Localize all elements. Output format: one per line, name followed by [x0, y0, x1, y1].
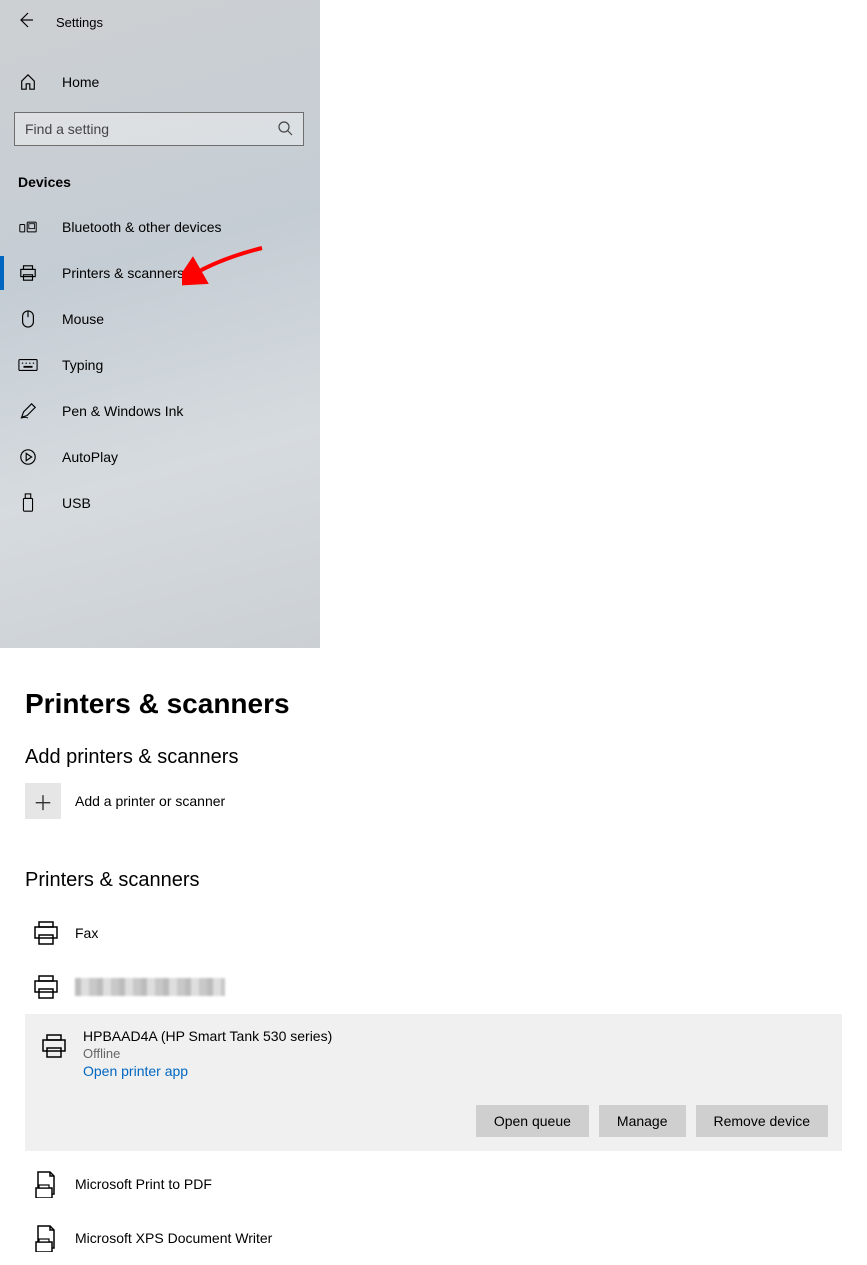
devices-icon [18, 220, 38, 234]
printer-name-redacted [75, 978, 225, 996]
printer-status: Offline [83, 1046, 332, 1061]
printer-item-fax[interactable]: Fax [25, 906, 842, 960]
search-field[interactable] [25, 121, 265, 137]
sidebar-item-usb[interactable]: USB [0, 480, 320, 526]
printer-item-hidden[interactable] [25, 960, 842, 1014]
autoplay-icon [18, 448, 38, 466]
document-printer-icon [31, 1170, 61, 1198]
printer-name: Microsoft XPS Document Writer [75, 1230, 272, 1246]
printer-icon [39, 1028, 69, 1079]
keyboard-icon [18, 358, 38, 372]
page-title: Printers & scanners [25, 688, 842, 720]
add-section-title: Add printers & scanners [25, 746, 842, 769]
remove-device-button[interactable]: Remove device [696, 1105, 829, 1137]
document-printer-icon [31, 1224, 61, 1252]
printer-name: HPBAAD4A (HP Smart Tank 530 series) [83, 1028, 332, 1044]
pen-icon [18, 402, 38, 420]
sidebar-item-mouse[interactable]: Mouse [0, 296, 320, 342]
printer-item-selected[interactable]: HPBAAD4A (HP Smart Tank 530 series) Offl… [25, 1014, 842, 1151]
search-input[interactable] [14, 112, 304, 146]
add-printer-label: Add a printer or scanner [75, 793, 225, 809]
sidebar-item-label: Mouse [62, 311, 104, 327]
sidebar-item-label: AutoPlay [62, 449, 118, 465]
sidebar-item-typing[interactable]: Typing [0, 342, 320, 388]
printer-icon [18, 264, 38, 282]
sidebar-item-pen[interactable]: Pen & Windows Ink [0, 388, 320, 434]
app-title: Settings [56, 15, 103, 30]
category-header: Devices [0, 160, 320, 204]
main-content: Printers & scanners Add printers & scann… [0, 648, 867, 1265]
sidebar-item-label: USB [62, 495, 91, 511]
printer-item-pdf[interactable]: Microsoft Print to PDF [25, 1157, 842, 1211]
printers-section-title: Printers & scanners [25, 869, 842, 892]
sidebar-item-autoplay[interactable]: AutoPlay [0, 434, 320, 480]
sidebar-item-label: Typing [62, 357, 103, 373]
sidebar-item-bluetooth[interactable]: Bluetooth & other devices [0, 204, 320, 250]
printer-name: Fax [75, 925, 98, 941]
sidebar-home[interactable]: Home [0, 60, 320, 104]
sidebar-item-printers[interactable]: Printers & scanners [0, 250, 320, 296]
open-queue-button[interactable]: Open queue [476, 1105, 589, 1137]
sidebar-item-label: Printers & scanners [62, 265, 184, 281]
open-printer-app-link[interactable]: Open printer app [83, 1063, 332, 1079]
home-icon [18, 73, 38, 91]
sidebar-item-label: Bluetooth & other devices [62, 219, 222, 235]
printer-icon [31, 919, 61, 947]
sidebar: Settings Home Devices Bluetooth & other … [0, 0, 320, 648]
search-icon [277, 120, 293, 139]
printer-item-xps[interactable]: Microsoft XPS Document Writer [25, 1211, 842, 1265]
add-printer-row[interactable]: ＋ Add a printer or scanner [25, 783, 842, 819]
home-label: Home [62, 74, 99, 90]
printer-name: Microsoft Print to PDF [75, 1176, 212, 1192]
plus-icon[interactable]: ＋ [25, 783, 61, 819]
manage-button[interactable]: Manage [599, 1105, 686, 1137]
back-icon[interactable] [18, 12, 34, 33]
usb-icon [18, 493, 38, 513]
mouse-icon [18, 310, 38, 328]
sidebar-item-label: Pen & Windows Ink [62, 403, 183, 419]
printer-icon [31, 973, 61, 1001]
